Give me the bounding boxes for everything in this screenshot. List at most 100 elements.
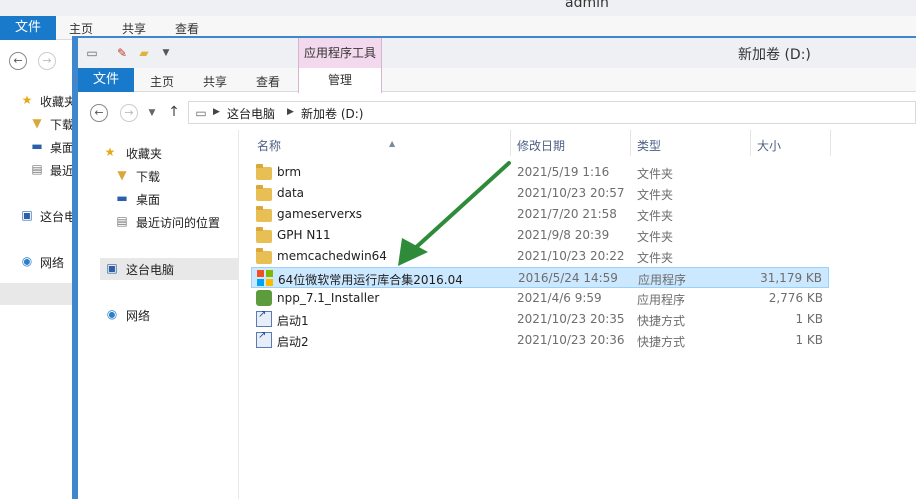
back-back-button[interactable]: ←: [9, 52, 27, 70]
file-type: 文件夹: [637, 230, 674, 244]
tab-view[interactable]: 查看: [256, 73, 280, 90]
file-row[interactable]: 启动1 2021/10/23 20:35 快捷方式 1 KB: [251, 309, 829, 330]
back-nav-recent[interactable]: 最近: [50, 162, 74, 179]
application-tools-context-label: 应用程序工具: [298, 38, 382, 68]
window-title: 新加卷 (D:): [738, 47, 811, 63]
file-modified-date: 2021/10/23 20:35: [517, 312, 625, 326]
file-type: 文件夹: [637, 209, 674, 223]
forward-button[interactable]: →: [120, 104, 138, 122]
recent-locations-dropdown-icon[interactable]: ▼: [144, 106, 160, 120]
breadcrumb-separator-icon[interactable]: ▶: [213, 107, 220, 117]
file-modified-date: 2016/5/24 14:59: [518, 271, 618, 285]
file-type: 应用程序: [638, 273, 687, 287]
tab-file[interactable]: 文件: [78, 68, 134, 92]
properties-icon[interactable]: ✎: [114, 46, 130, 60]
back-tab-share[interactable]: 共享: [122, 20, 146, 37]
back-nav-downloads[interactable]: 下载: [50, 116, 74, 133]
back-file-tab[interactable]: 文件: [0, 16, 56, 40]
address-bar[interactable]: ▭ ▶ 这台电脑 ▶ 新加卷 (D:): [188, 101, 916, 124]
file-size: 1 KB: [795, 312, 823, 326]
file-type: 快捷方式: [637, 335, 686, 349]
breadcrumb-drive[interactable]: 新加卷 (D:): [301, 105, 363, 122]
nav-desktop[interactable]: 桌面: [136, 191, 160, 208]
file-modified-date: 2021/5/19 1:16: [517, 165, 610, 179]
file-row[interactable]: GPH N11 2021/9/8 20:39 文件夹: [251, 225, 829, 246]
tab-home[interactable]: 主页: [150, 73, 174, 90]
folder-icon: [256, 185, 272, 201]
tab-share[interactable]: 共享: [203, 73, 227, 90]
folder-icon: [256, 227, 272, 243]
drive-icon: ▭: [86, 46, 98, 60]
back-tab-home[interactable]: 主页: [69, 20, 93, 37]
file-name: brm: [277, 165, 302, 179]
file-type: 文件夹: [637, 167, 674, 181]
file-name: 64位微软常用运行库合集2016.04: [278, 273, 463, 287]
folder-icon: [256, 164, 272, 180]
file-type: 文件夹: [637, 188, 674, 202]
computer-icon: ▣: [106, 261, 118, 275]
back-tab-view[interactable]: 查看: [175, 20, 199, 37]
back-forward-button[interactable]: →: [38, 52, 56, 70]
file-row[interactable]: 启动2 2021/10/23 20:36 快捷方式 1 KB: [251, 330, 829, 351]
column-header-size[interactable]: 大小: [751, 130, 831, 156]
tab-manage[interactable]: 管理: [298, 68, 382, 93]
nav-network[interactable]: 网络: [126, 307, 150, 324]
file-name: gameserverxs: [277, 207, 363, 221]
back-nav-network[interactable]: 网络: [40, 254, 64, 271]
file-row[interactable]: npp_7.1_Installer 2021/4/6 9:59 应用程序 2,776 …: [251, 288, 829, 309]
star-icon: ★: [104, 145, 116, 159]
shortcut-icon: [256, 330, 272, 348]
back-nav-favorites[interactable]: 收藏夹: [40, 93, 76, 110]
file-name: GPH N11: [277, 228, 331, 242]
back-window-titlebar: admin: [0, 0, 916, 16]
file-modified-date: 2021/9/8 20:39: [517, 228, 610, 242]
network-icon: ◉: [106, 307, 118, 321]
navigation-pane: ★ 收藏夹 ▼ 下载 ▬ 桌面 ▤ 最近访问的位置 ▣ 这台电脑 ◉ 网络: [78, 130, 238, 499]
back-nav-selected-highlight: [0, 283, 74, 305]
drive-icon: ▭: [195, 106, 207, 120]
back-nav-desktop[interactable]: 桌面: [50, 139, 74, 156]
file-row[interactable]: brm 2021/5/19 1:16 文件夹: [251, 162, 829, 183]
breadcrumb-separator-icon[interactable]: ▶: [287, 107, 294, 117]
file-name: npp_7.1_Installer: [277, 291, 380, 305]
recent-places-icon: ▤: [31, 162, 43, 176]
file-row[interactable]: memcachedwin64 2021/10/23 20:22 文件夹: [251, 246, 829, 267]
desktop-icon: ▬: [116, 191, 128, 205]
column-header-name[interactable]: ▲ 名称: [251, 130, 511, 156]
column-header-type[interactable]: 类型: [631, 130, 751, 156]
file-row[interactable]: gameserverxs 2021/7/20 21:58 文件夹: [251, 204, 829, 225]
recent-places-icon: ▤: [116, 214, 128, 228]
folder-icon: [256, 206, 272, 222]
column-header-date[interactable]: 修改日期: [511, 130, 631, 156]
file-size: 31,179 KB: [760, 271, 822, 285]
star-icon: ★: [21, 93, 33, 107]
customize-dropdown-icon[interactable]: ▼: [158, 46, 174, 60]
nav-this-pc[interactable]: 这台电脑: [126, 261, 174, 278]
download-folder-icon: ▼: [32, 116, 42, 130]
file-type: 快捷方式: [637, 314, 686, 328]
back-navigation-pane: ★ 收藏夹 ▼ 下载 ▬ 桌面 ▤ 最近 ▣ 这台电 ◉ 网络: [0, 80, 76, 499]
file-name: memcachedwin64: [277, 249, 387, 263]
sort-ascending-icon: ▲: [389, 139, 396, 148]
back-button[interactable]: ←: [90, 104, 108, 122]
network-icon: ◉: [21, 254, 33, 268]
nav-favorites[interactable]: 收藏夹: [126, 145, 162, 162]
file-modified-date: 2021/10/23 20:22: [517, 249, 625, 263]
file-modified-date: 2021/10/23 20:57: [517, 186, 625, 200]
quick-access-toolbar: ▭ ✎ ▰ ▼ 新加卷 (D:): [78, 38, 916, 68]
file-modified-date: 2021/7/20 21:58: [517, 207, 617, 221]
new-folder-icon[interactable]: ▰: [136, 46, 152, 60]
nav-recent[interactable]: 最近访问的位置: [136, 214, 220, 231]
file-size: 1 KB: [795, 333, 823, 347]
file-row[interactable]: 64位微软常用运行库合集2016.04 2016/5/24 14:59 应用程序 31…: [251, 267, 829, 288]
file-row[interactable]: data 2021/10/23 20:57 文件夹: [251, 183, 829, 204]
navigation-bar: ← → ▼ ↑ ▭ ▶ 这台电脑 ▶ 新加卷 (D:): [78, 96, 916, 128]
file-list: ▲ 名称 修改日期 类型 大小 brm 2021/5/19 1:16 文件夹 data…: [238, 130, 916, 499]
desktop-icon: ▬: [31, 139, 43, 153]
up-arrow-icon[interactable]: ↑: [166, 105, 182, 119]
installer-icon: [256, 290, 272, 306]
file-type: 文件夹: [637, 251, 674, 265]
back-nav-this-pc[interactable]: 这台电: [40, 208, 76, 225]
breadcrumb-this-pc[interactable]: 这台电脑: [227, 105, 275, 122]
nav-downloads[interactable]: 下载: [136, 168, 160, 185]
